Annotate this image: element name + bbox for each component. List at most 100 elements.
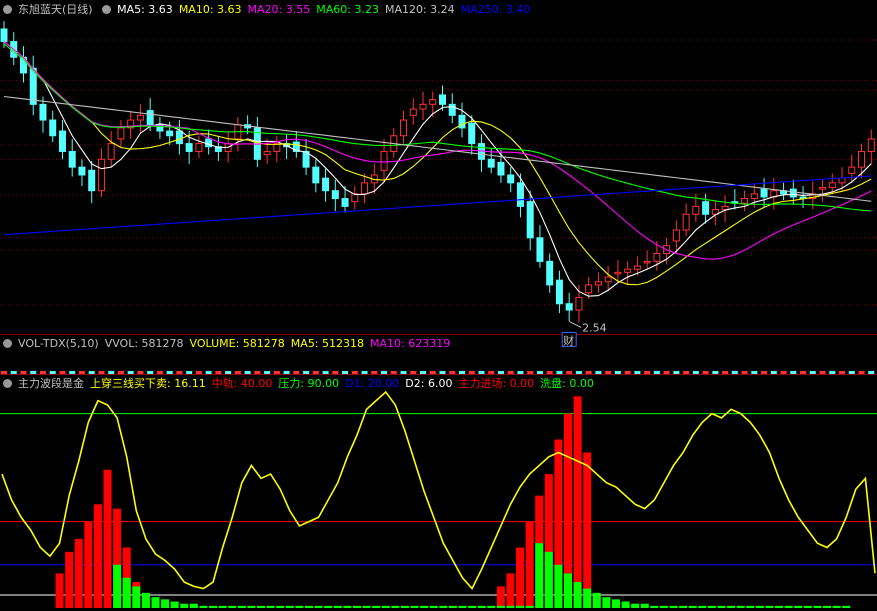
washout-bar — [257, 605, 266, 608]
washout-bar — [669, 605, 678, 608]
volume-bar — [69, 371, 76, 374]
washout-bar — [247, 605, 256, 608]
candle-body — [117, 127, 125, 140]
chart-canvas[interactable]: 2.54 财 — [0, 0, 877, 611]
candle-body — [341, 198, 349, 207]
washout-bar — [285, 605, 294, 608]
candle-body — [166, 130, 174, 137]
washout-bar — [650, 605, 659, 608]
volume-bar — [439, 371, 446, 374]
candle-body — [78, 166, 86, 176]
volume-bar — [566, 371, 573, 374]
news-tag-label: 财 — [563, 333, 574, 347]
washout-bar — [688, 605, 697, 608]
volume-bar — [839, 371, 846, 374]
candle-body — [526, 201, 534, 239]
volume-bar — [809, 371, 816, 374]
ma10-line — [3, 41, 872, 286]
candle-body — [760, 188, 768, 198]
candle-body — [867, 138, 875, 152]
washout-bar — [372, 605, 381, 608]
washout-bar — [698, 605, 707, 608]
main-entry-bar — [583, 452, 592, 608]
volume-bar — [858, 371, 865, 374]
candle-body — [633, 265, 641, 270]
washout-bar — [333, 605, 342, 608]
candle-body — [604, 276, 612, 283]
washout-bar — [611, 599, 620, 608]
volume-bar — [59, 371, 66, 374]
volume-bar — [195, 371, 202, 374]
candle-body — [380, 150, 388, 171]
candle-body — [565, 303, 573, 311]
volume-bar — [722, 371, 729, 374]
washout-bar — [209, 605, 218, 608]
volume-bar — [205, 371, 212, 374]
candle-body — [195, 143, 203, 152]
washout-bar — [631, 603, 640, 608]
volume-bar — [653, 371, 660, 374]
washout-bar — [775, 605, 784, 608]
candle-body — [594, 281, 602, 286]
volume-bar — [683, 371, 690, 374]
washout-bar — [400, 605, 409, 608]
volume-bar — [868, 371, 875, 374]
washout-bar — [707, 605, 716, 608]
washout-bar — [276, 605, 285, 608]
washout-bar — [717, 605, 726, 608]
volume-bar — [156, 371, 163, 374]
main-entry-bar — [496, 586, 505, 608]
candle-body — [58, 130, 66, 152]
washout-bar — [746, 605, 755, 608]
washout-bar — [679, 605, 688, 608]
candle-body — [263, 150, 271, 156]
volume-bar — [1, 371, 7, 374]
volume-bar — [303, 371, 310, 374]
candle-body — [361, 182, 369, 195]
washout-bar — [391, 605, 400, 608]
washout-bar — [659, 605, 668, 608]
washout-bar — [439, 605, 448, 608]
volume-bar — [322, 371, 329, 374]
volume-bar — [546, 371, 553, 374]
main-entry-bar — [74, 538, 83, 608]
candle-body — [312, 166, 320, 184]
washout-bar — [218, 605, 227, 608]
main-entry-bar — [55, 573, 64, 608]
main-entry-bar — [573, 396, 582, 608]
volume-bar — [692, 371, 699, 374]
volume-bar — [215, 371, 222, 374]
volume-bar — [244, 371, 251, 374]
washout-bar — [314, 605, 323, 608]
washout-bar — [343, 605, 352, 608]
volume-bar — [800, 371, 807, 374]
washout-bar — [487, 605, 496, 608]
washout-bar — [755, 605, 764, 608]
volume-bar — [829, 371, 836, 374]
washout-bar — [304, 605, 313, 608]
candle-body — [585, 284, 593, 294]
volume-bar — [20, 371, 27, 374]
washout-bar — [381, 605, 390, 608]
volume-bar — [702, 371, 709, 374]
candle-body — [702, 201, 710, 215]
volume-bar — [478, 371, 485, 374]
volume-bar — [117, 371, 124, 374]
volume-bar — [127, 371, 134, 374]
candle-body — [88, 169, 96, 192]
washout-bar — [352, 605, 361, 608]
volume-bar — [137, 371, 144, 374]
volume-bar — [790, 371, 797, 374]
washout-bar — [544, 551, 553, 608]
volume-bar — [342, 371, 349, 374]
volume-bar — [410, 371, 417, 374]
washout-bar — [516, 605, 525, 608]
volume-bar — [39, 371, 46, 374]
volume-bar — [536, 371, 543, 374]
volume-bar — [98, 371, 105, 374]
candle-body — [721, 205, 729, 211]
washout-bar — [602, 597, 611, 608]
volume-bar — [507, 371, 514, 374]
candle-body — [614, 271, 622, 275]
volume-bar — [10, 371, 17, 374]
